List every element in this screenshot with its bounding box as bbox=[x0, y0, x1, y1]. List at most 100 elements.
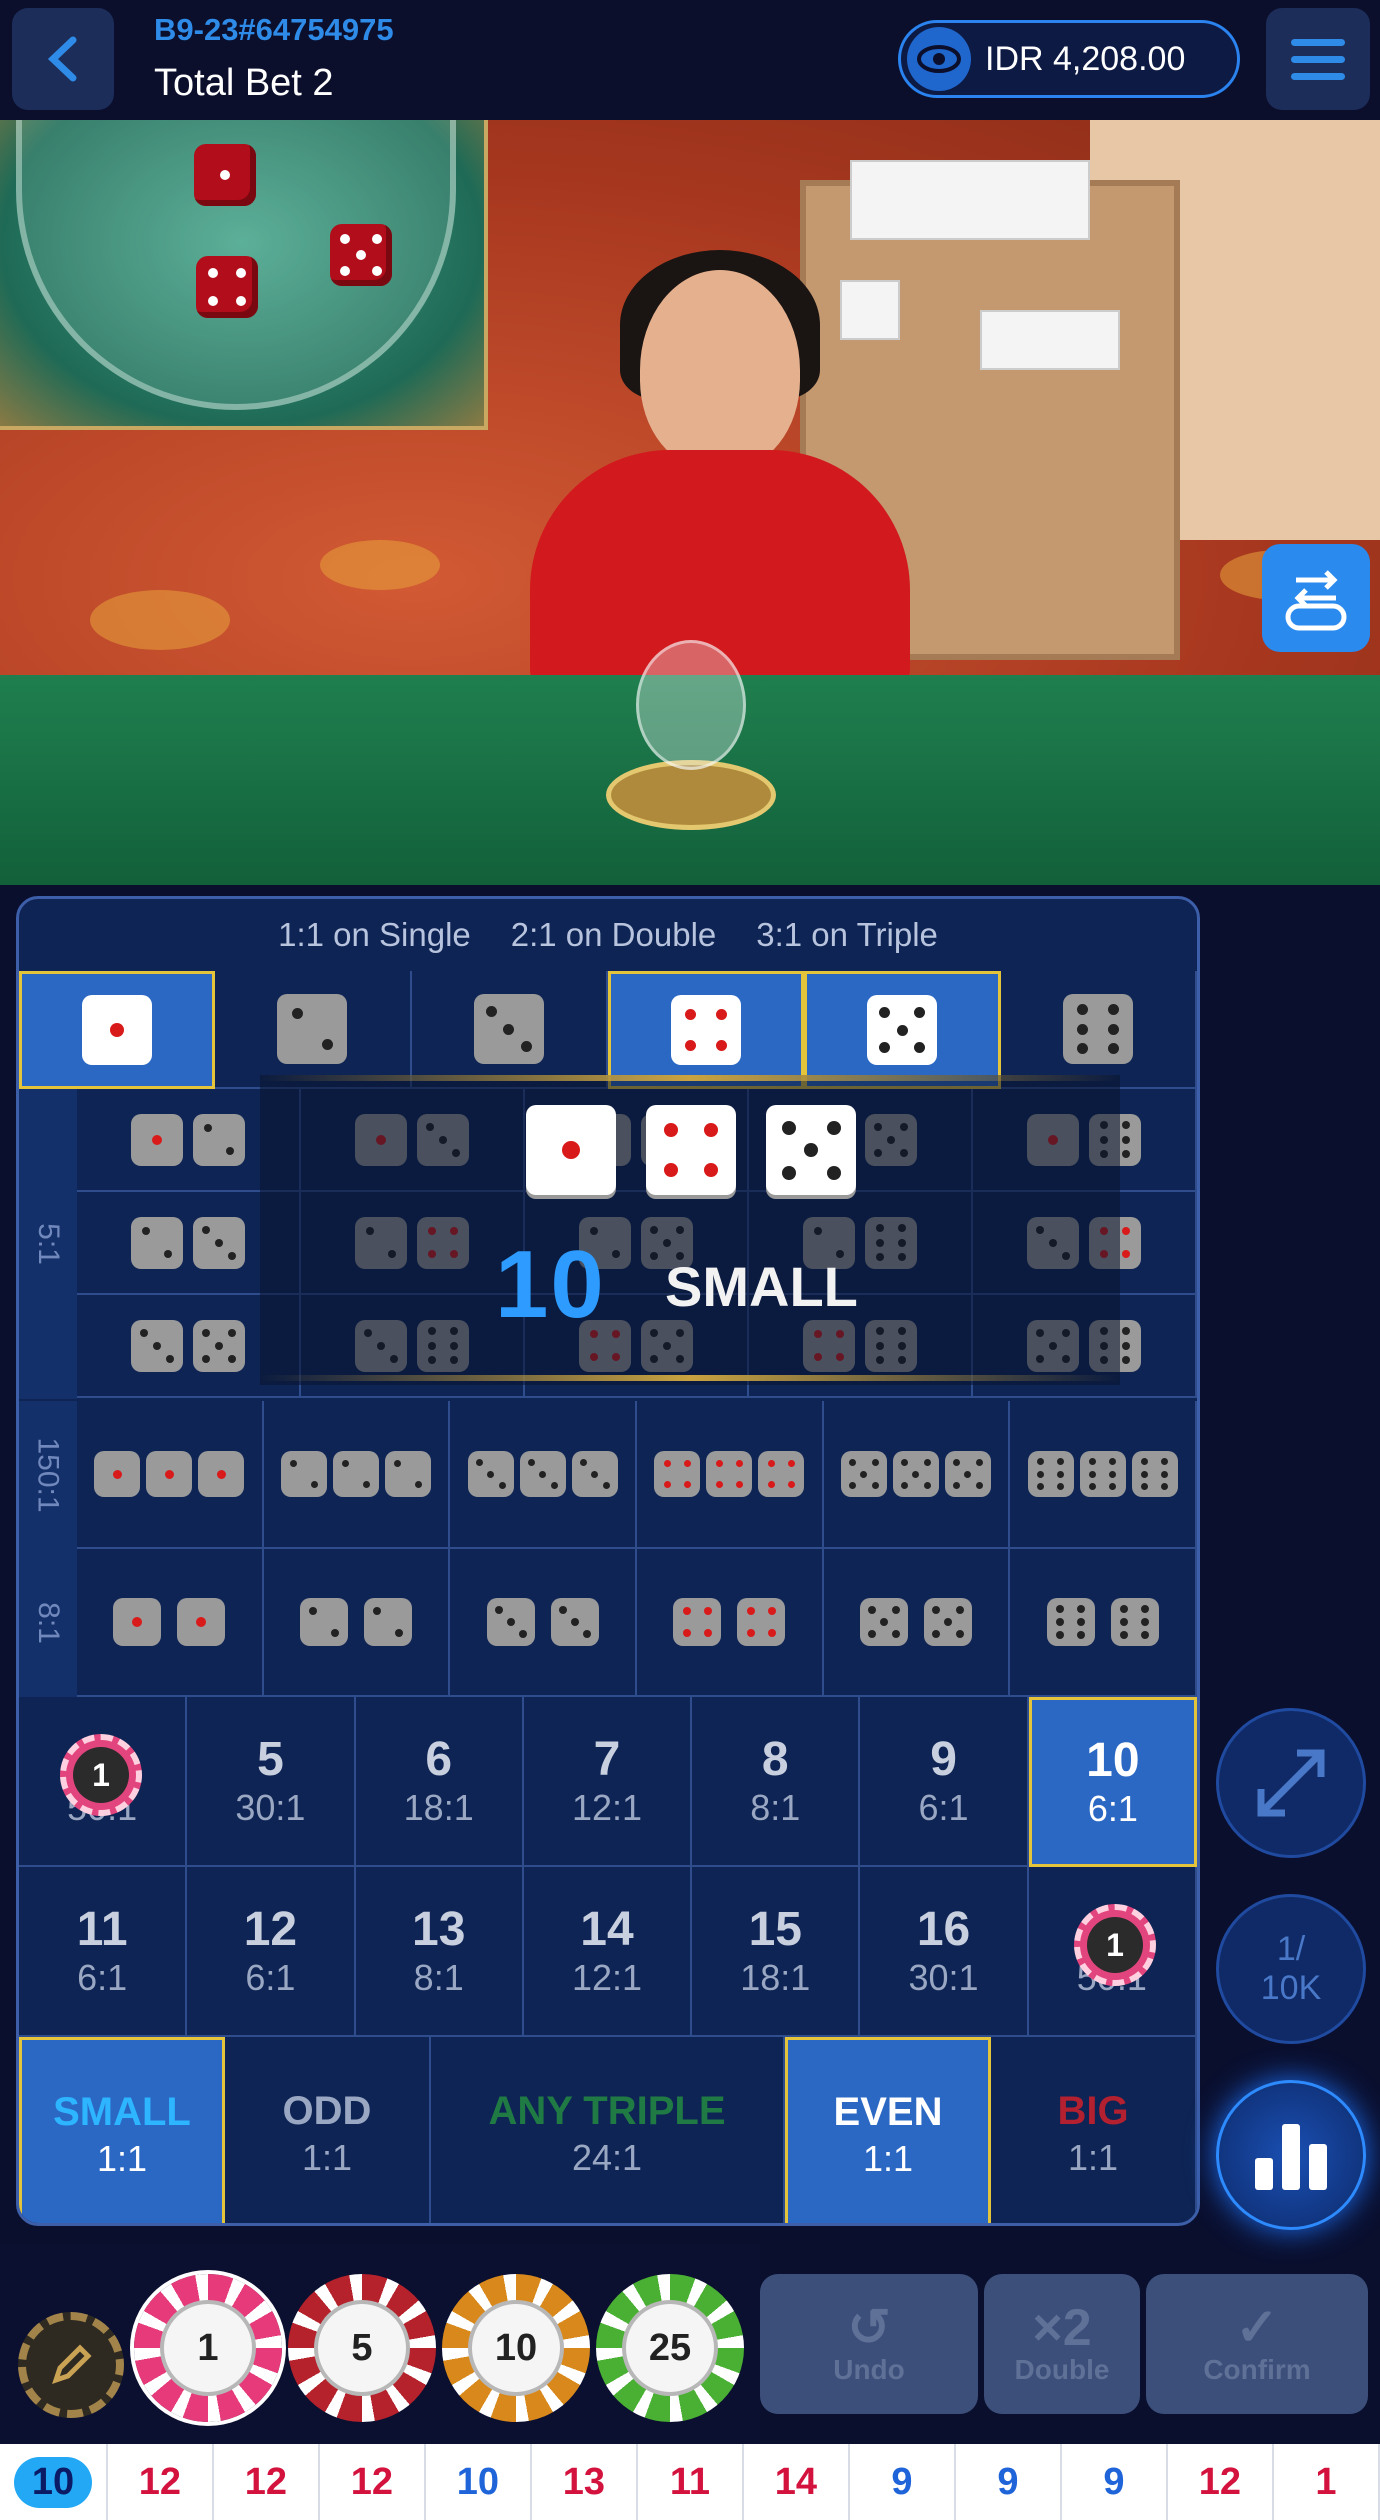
bet-even[interactable]: EVEN 1:1 bbox=[785, 2037, 991, 2223]
undo-icon: ↺ bbox=[847, 2299, 891, 2357]
total-bet-6[interactable]: 6 18:1 bbox=[355, 1697, 524, 1867]
die-2-icon bbox=[332, 1451, 379, 1497]
total-bet-11[interactable]: 11 6:1 bbox=[19, 1867, 188, 2037]
total-bet-7[interactable]: 7 12:1 bbox=[523, 1697, 693, 1867]
triple-bet-5[interactable] bbox=[823, 1401, 1011, 1549]
total-bet-16[interactable]: 16 30:1 bbox=[860, 1867, 1029, 2037]
placed-chip[interactable]: 1 bbox=[60, 1734, 142, 1816]
edit-chips-button[interactable] bbox=[18, 2312, 124, 2418]
triple-bet-6[interactable] bbox=[1010, 1401, 1197, 1549]
total-bet-5[interactable]: 5 30:1 bbox=[187, 1697, 356, 1867]
fullscreen-button[interactable] bbox=[1216, 1708, 1366, 1858]
bet-odds: 24:1 bbox=[571, 2136, 643, 2178]
single-bet-6[interactable] bbox=[1000, 971, 1197, 1089]
triple-bet-3[interactable] bbox=[450, 1401, 637, 1549]
single-bet-1[interactable] bbox=[19, 971, 216, 1089]
double-bet-1[interactable] bbox=[77, 1549, 264, 1697]
single-bet-4[interactable] bbox=[608, 971, 805, 1089]
history-item: 12 bbox=[1168, 2444, 1274, 2520]
expand-icon bbox=[1257, 1749, 1325, 1817]
triple-bet-2[interactable] bbox=[263, 1401, 451, 1549]
chip-1[interactable]: 1 bbox=[134, 2274, 282, 2422]
die-5-icon bbox=[193, 1319, 245, 1372]
history-item: 12 bbox=[320, 2444, 426, 2520]
bar-chart-icon bbox=[1255, 2124, 1327, 2190]
double-bet-4[interactable] bbox=[637, 1549, 824, 1697]
single-bet-2[interactable] bbox=[215, 971, 412, 1089]
bet-odd[interactable]: ODD 1:1 bbox=[225, 2037, 431, 2223]
die-5-icon bbox=[766, 1105, 856, 1195]
bet-big[interactable]: BIG 1:1 bbox=[991, 2037, 1197, 2223]
chip-10[interactable]: 10 bbox=[442, 2274, 590, 2422]
hamburger-icon bbox=[1291, 38, 1345, 46]
double-bet-6[interactable] bbox=[1010, 1549, 1197, 1697]
total-odds: 8:1 bbox=[750, 1787, 801, 1828]
total-bet-10[interactable]: 10 6:1 bbox=[1028, 1697, 1197, 1867]
single-bet-5[interactable] bbox=[804, 971, 1001, 1089]
total-bet-15[interactable]: 15 18:1 bbox=[692, 1867, 861, 2037]
menu-button[interactable] bbox=[1266, 8, 1370, 110]
chevron-left-icon bbox=[47, 36, 77, 82]
total-odds: 6:1 bbox=[918, 1787, 969, 1828]
back-button[interactable] bbox=[12, 8, 114, 110]
total-odds: 18:1 bbox=[403, 1787, 474, 1828]
chip-5[interactable]: 5 bbox=[288, 2274, 436, 2422]
total-bet-12[interactable]: 12 6:1 bbox=[187, 1867, 356, 2037]
die-2-icon bbox=[193, 1113, 245, 1166]
history-item: 12 bbox=[214, 2444, 320, 2520]
die-4-icon bbox=[673, 1598, 722, 1646]
triple-bet-1[interactable] bbox=[77, 1401, 264, 1549]
balance-pill[interactable]: IDR 4,208.00 bbox=[898, 20, 1240, 98]
total-number: 6 bbox=[425, 1733, 453, 1786]
bet-any-triple[interactable]: ANY TRIPLE 24:1 bbox=[431, 2037, 785, 2223]
total-bet-14[interactable]: 14 12:1 bbox=[523, 1867, 693, 2037]
placed-chip[interactable]: 1 bbox=[1074, 1904, 1156, 1986]
triple-bet-4[interactable] bbox=[637, 1401, 824, 1549]
total-bet-9[interactable]: 9 6:1 bbox=[860, 1697, 1029, 1867]
total-bet-8[interactable]: 8 8:1 bbox=[692, 1697, 861, 1867]
switch-view-button[interactable] bbox=[1262, 544, 1370, 652]
chip-25[interactable]: 25 bbox=[596, 2274, 744, 2422]
die-4-icon bbox=[706, 1451, 753, 1497]
die-1-icon bbox=[526, 1105, 616, 1195]
chip-value: 5 bbox=[314, 2300, 410, 2396]
undo-button[interactable]: ↺ Undo bbox=[760, 2274, 978, 2414]
double-bet-2[interactable] bbox=[263, 1549, 451, 1697]
die-3-icon bbox=[571, 1451, 618, 1497]
double-icon: ×2 bbox=[1032, 2299, 1092, 2357]
bet-odds: 1:1 bbox=[301, 2136, 353, 2178]
bet-small[interactable]: SMALL 1:1 bbox=[19, 2037, 225, 2223]
dice-shaker bbox=[606, 600, 776, 840]
double-button[interactable]: ×2 Double bbox=[984, 2274, 1140, 2414]
statistics-button[interactable] bbox=[1216, 2080, 1366, 2230]
die-6-icon bbox=[1110, 1598, 1159, 1646]
total-odds: 12:1 bbox=[571, 1787, 643, 1828]
bet-odds: 1:1 bbox=[862, 2137, 914, 2179]
die-4-icon bbox=[646, 1105, 736, 1195]
single-bet-3[interactable] bbox=[411, 971, 608, 1089]
bet-odds: 1:1 bbox=[1067, 2136, 1119, 2178]
confirm-button[interactable]: ✓ Confirm bbox=[1146, 2274, 1368, 2414]
die-6-icon bbox=[1079, 1451, 1126, 1497]
die-1-icon bbox=[94, 1451, 141, 1497]
die-1-icon bbox=[177, 1598, 226, 1646]
die-2-icon bbox=[277, 994, 348, 1064]
bet-label: ANY TRIPLE bbox=[488, 2088, 726, 2133]
double-bet-3[interactable] bbox=[450, 1549, 637, 1697]
bet-odds: 1:1 bbox=[96, 2137, 148, 2179]
history-item: 13 bbox=[532, 2444, 638, 2520]
die-2-icon bbox=[363, 1598, 412, 1646]
die-2-icon bbox=[384, 1451, 431, 1497]
total-bet-13[interactable]: 13 8:1 bbox=[355, 1867, 524, 2037]
history-item: 9 bbox=[850, 2444, 956, 2520]
results-history: 10 12 12 12 10 13 11 14 9 9 9 12 1 bbox=[0, 2444, 1380, 2520]
die-4-icon bbox=[654, 1451, 701, 1497]
history-item: 14 bbox=[744, 2444, 850, 2520]
payout-info: 1:1 on Single 2:1 on Double 3:1 on Tripl… bbox=[278, 916, 938, 953]
die-1-icon bbox=[198, 1451, 245, 1497]
bet-limit-button[interactable]: 1/ 10K bbox=[1216, 1894, 1366, 2044]
total-number: 5 bbox=[257, 1733, 284, 1786]
double-bet-5[interactable] bbox=[823, 1549, 1011, 1697]
total-odds: 12:1 bbox=[571, 1957, 643, 1998]
result-label: SMALL bbox=[665, 1255, 858, 1318]
